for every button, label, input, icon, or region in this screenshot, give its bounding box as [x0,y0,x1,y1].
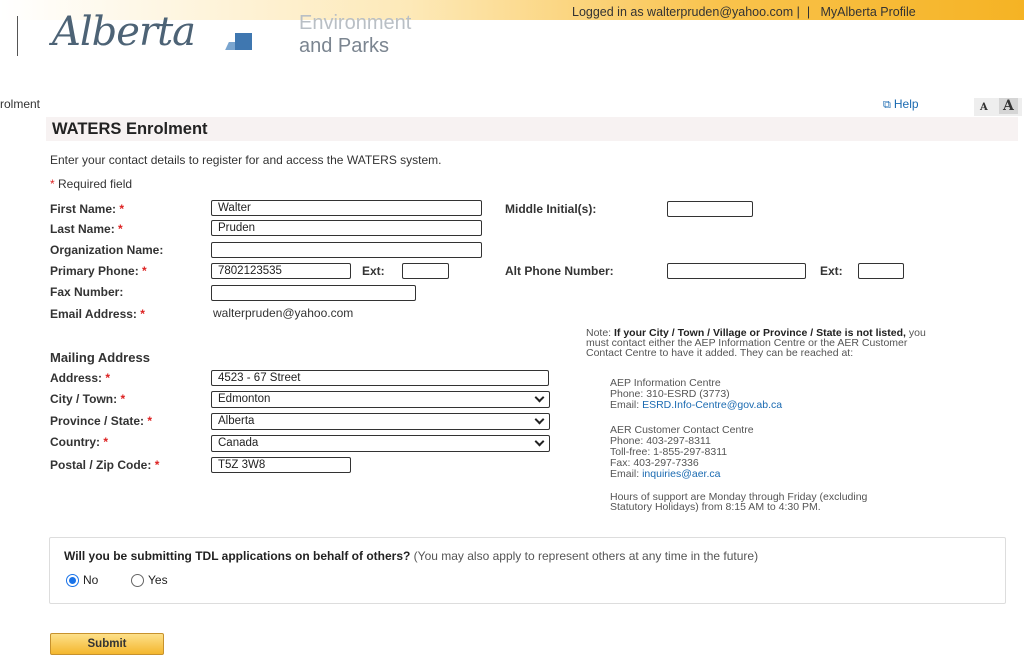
radio-yes-label[interactable]: Yes [148,573,168,587]
last-name-input[interactable] [211,220,482,236]
alt-ext-label: Ext: [820,264,843,278]
address-input[interactable] [211,370,549,386]
alt-phone-input[interactable] [667,263,806,279]
chevron-down-icon [534,392,545,403]
email-label: Email Address: * [50,307,145,321]
country-select[interactable]: Canada [211,435,550,452]
mailing-address-heading: Mailing Address [50,350,150,365]
myalberta-profile-link[interactable]: MyAlberta Profile [821,5,916,19]
page-title: WATERS Enrolment [52,120,208,138]
intro-text: Enter your contact details to register f… [50,153,442,167]
address-label: Address: * [50,371,111,385]
province-select[interactable]: Alberta [211,413,550,430]
email-value: walterpruden@yahoo.com [213,306,354,320]
dept-name-line2: and Parks [299,35,390,57]
last-name-label: Last Name: * [50,222,123,236]
ext-input[interactable] [402,263,449,279]
breadcrumb[interactable]: rolment [0,97,40,111]
aer-contact: AER Customer Contact Centre Phone: 403-2… [610,424,754,480]
primary-phone-input[interactable] [211,263,351,279]
font-larger-button[interactable]: A [999,98,1018,114]
organization-input[interactable] [211,242,482,258]
province-label: Province / State: * [50,414,153,428]
chevron-down-icon [534,436,545,447]
first-name-input[interactable] [211,200,482,216]
postal-code-label: Postal / Zip Code: * [50,458,160,472]
primary-phone-label: Primary Phone: * [50,264,147,278]
alberta-logo[interactable]: Alberta [52,12,196,52]
dept-name-line1: Environment [299,12,412,34]
aep-contact: AEP Information Centre Phone: 310-ESRD (… [610,377,783,411]
submit-button[interactable]: Submit [50,633,164,655]
first-name-label: First Name: * [50,202,125,216]
country-label: Country: * [50,435,109,449]
aep-email-link[interactable]: ESRD.Info-Centre@gov.ab.ca [642,399,782,411]
ext-label: Ext: [362,264,385,278]
font-smaller-button[interactable]: A [980,102,988,113]
city-label: City / Town: * [50,392,126,406]
representation-question: Will you be submitting TDL applications … [64,549,759,563]
city-not-listed-note: Note: If your City / Town / Village or P… [586,327,926,359]
help-label: Help [893,97,919,111]
header-divider [17,16,18,56]
radio-yes[interactable] [131,574,144,587]
city-select[interactable]: Edmonton [211,391,550,408]
login-status: Logged in as walterpruden@yahoo.com | | … [572,5,916,19]
help-link[interactable]: ⧉ Help [883,97,919,112]
login-separator: | [806,5,811,19]
representation-question-panel [49,537,1006,604]
help-icon: ⧉ [883,99,891,111]
organization-label: Organization Name: [50,243,164,257]
aer-email-link[interactable]: inquiries@aer.ca [642,468,720,480]
required-marker: * [50,177,55,191]
font-size-controls: A A [974,98,1022,116]
fax-input[interactable] [211,285,416,301]
login-text: Logged in as walterpruden@yahoo.com | [572,5,800,19]
radio-no-label[interactable]: No [83,573,98,587]
middle-initial-label: Middle Initial(s): [505,202,597,216]
radio-no[interactable] [66,574,79,587]
required-note: * Required field [50,177,132,191]
chevron-down-icon [534,414,545,425]
support-hours: Hours of support are Monday through Frid… [610,491,868,513]
alt-ext-input[interactable] [858,263,904,279]
required-note-text: Required field [58,177,133,191]
alt-phone-label: Alt Phone Number: [505,264,614,278]
fax-label: Fax Number: [50,285,124,299]
postal-code-input[interactable] [211,457,351,473]
middle-initial-input[interactable] [667,201,753,217]
